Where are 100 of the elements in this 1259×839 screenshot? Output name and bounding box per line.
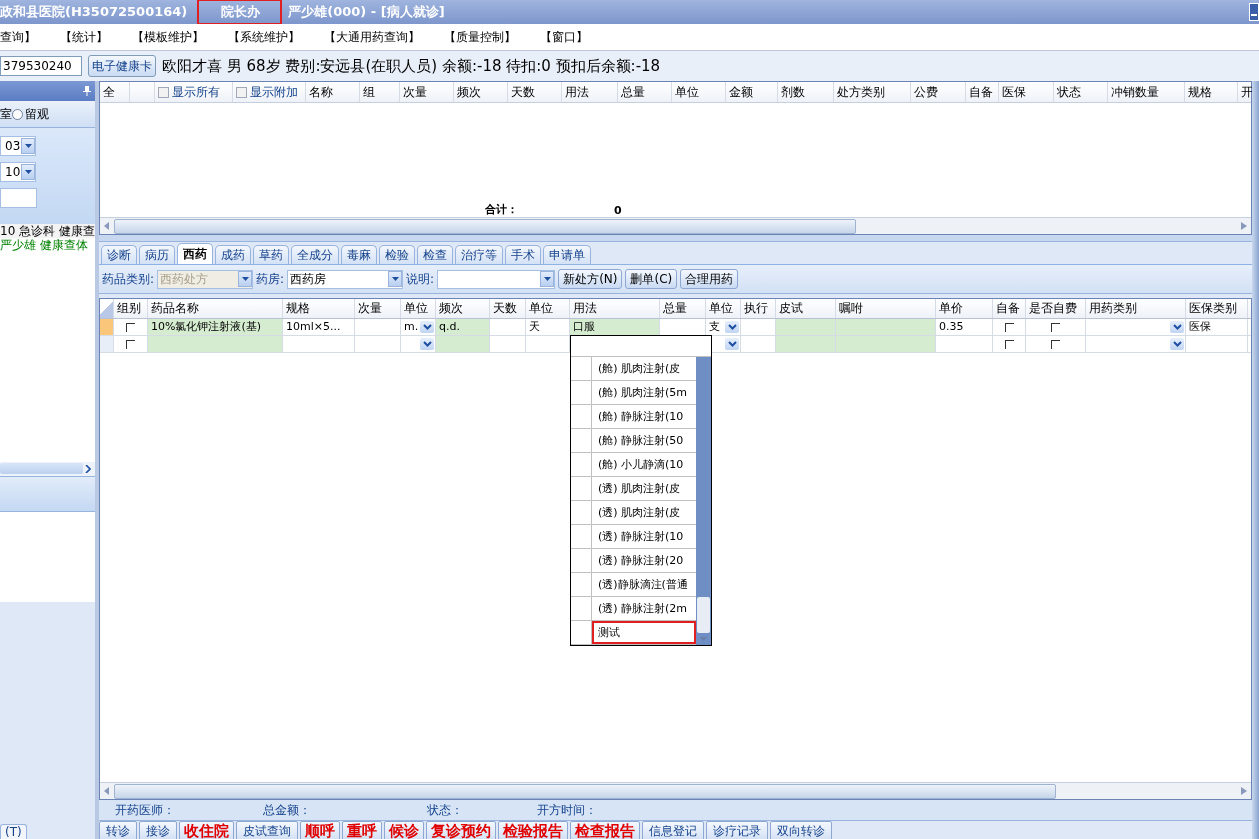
tab[interactable]: 全成分 (291, 245, 339, 264)
vertical-scrollbar[interactable] (696, 357, 711, 645)
action-button[interactable]: 转诊 (99, 821, 137, 839)
status-label: 状态： (427, 801, 464, 819)
chevron-down-icon (727, 324, 737, 330)
panel-tab[interactable]: (T) (0, 824, 27, 839)
tab[interactable]: 毒麻 (341, 245, 377, 264)
tab[interactable]: 诊断 (101, 245, 137, 264)
column-header: 次量 (355, 299, 401, 318)
table-dropdown[interactable]: 支 (706, 319, 741, 335)
column-header: 金额 (726, 82, 778, 102)
table-cell: 医保 (1186, 319, 1248, 335)
tab[interactable]: 草药 (253, 245, 289, 264)
menu-item[interactable]: 【窗口】 (540, 28, 588, 46)
tab[interactable]: 申请单 (543, 245, 591, 264)
dropdown-option[interactable]: (透) 静脉注射(10 (592, 525, 696, 548)
horizontal-scrollbar[interactable] (100, 782, 1251, 799)
dropdown-option[interactable]: (舱) 静脉注射(10 (592, 405, 696, 428)
column-header: 自备 (966, 82, 999, 102)
dropdown-option[interactable]: (透) 肌肉注射(皮 (592, 477, 696, 500)
input-field[interactable] (0, 188, 37, 208)
card-number-field[interactable]: 379530240 (0, 56, 82, 76)
action-button[interactable]: 收住院 (179, 821, 234, 839)
column-header: 剂数 (778, 82, 834, 102)
action-button[interactable]: 检验报告 (498, 821, 568, 839)
horizontal-scrollbar[interactable] (100, 217, 1251, 234)
note-dropdown[interactable] (437, 269, 556, 289)
dropdown-option[interactable]: 测试 (592, 621, 696, 644)
dropdown-option[interactable]: (透) 静脉注射(20 (592, 549, 696, 572)
menu-item[interactable]: 【大通用药查询】 (324, 28, 420, 46)
row-indicator[interactable] (100, 319, 114, 335)
toolbar-button[interactable]: 新处方(N) (558, 269, 623, 289)
action-button[interactable]: 检查报告 (570, 821, 640, 839)
dropdown-option[interactable]: (舱) 肌肉注射(皮 (592, 357, 696, 380)
dropdown-option[interactable]: (透) 静脉注射(2m (592, 597, 696, 620)
tab[interactable]: 病历 (139, 245, 175, 264)
dropdown-arrow-icon (391, 277, 399, 281)
show-toggle[interactable]: 显示附加 (233, 82, 306, 102)
horizontal-scrollbar[interactable] (0, 461, 95, 476)
menu-item[interactable]: 【模板维护】 (132, 28, 204, 46)
action-button[interactable]: 重呼 (342, 821, 382, 839)
dropdown-option[interactable]: (透) 肌肉注射(皮 (592, 501, 696, 524)
column-header: 药品名称 (148, 299, 283, 318)
column-header: 公费 (911, 82, 966, 102)
show-toggle[interactable]: 显示所有 (155, 82, 233, 102)
action-button[interactable]: 复诊预约 (426, 821, 496, 839)
action-button[interactable]: 诊疗记录 (706, 821, 768, 839)
row-indicator[interactable] (100, 336, 114, 352)
scrollbar-thumb[interactable] (697, 597, 710, 633)
radio-label: 室 (0, 105, 12, 123)
column-header: 执行 (741, 299, 776, 318)
column-header: 总量 (618, 82, 672, 102)
toolbar-button[interactable]: 合理用药 (680, 269, 739, 289)
menu-item[interactable]: 查询】 (0, 28, 36, 46)
action-button[interactable]: 接诊 (139, 821, 177, 839)
column-header: 天数 (508, 82, 562, 102)
patient-list-item[interactable]: 10 急诊科 健康查 (0, 224, 95, 238)
menu-item[interactable]: 【系统维护】 (228, 28, 300, 46)
tab[interactable]: 治疗等 (455, 245, 503, 264)
scroll-right-icon[interactable] (85, 464, 91, 473)
tab[interactable]: 检查 (417, 245, 453, 264)
column-header: 单位 (706, 299, 741, 318)
table-dropdown[interactable]: m. (401, 319, 436, 335)
dropdown-option[interactable]: (舱) 静脉注射(50 (592, 429, 696, 452)
status-label: 开方时间： (537, 801, 597, 819)
menu-item[interactable]: 【质量控制】 (444, 28, 516, 46)
chevron-down-icon (1172, 341, 1182, 347)
action-button[interactable]: 候诊 (384, 821, 424, 839)
radio-button[interactable]: 留观 (12, 105, 49, 123)
tab[interactable]: 西药 (177, 243, 213, 264)
column-header: 自备 (993, 299, 1026, 318)
dropdown-arrow-icon (241, 277, 249, 281)
tab[interactable]: 手术 (505, 245, 541, 264)
action-button[interactable]: 顺呼 (300, 821, 340, 839)
number-dropdown[interactable]: 10 (0, 162, 36, 182)
patient-list-item[interactable]: 严少雄 健康查体 (0, 238, 95, 252)
toolbar-button[interactable]: 删单(C) (625, 269, 678, 289)
tab[interactable]: 成药 (215, 245, 251, 264)
column-header: 处方类别 (834, 82, 911, 102)
scroll-left-icon[interactable] (104, 787, 110, 795)
splitter-handle[interactable] (99, 235, 1252, 242)
tab[interactable]: 检验 (379, 245, 415, 264)
menu-item[interactable]: 【统计】 (60, 28, 108, 46)
health-card-button[interactable]: 电子健康卡 (88, 55, 156, 77)
action-button[interactable]: 皮试查询 (236, 821, 298, 839)
select-all-corner[interactable] (100, 299, 114, 318)
dropdown-option[interactable]: (舱) 小儿静滴(10 (592, 453, 696, 476)
column-header: 用法 (562, 82, 618, 102)
action-button[interactable]: 信息登记 (642, 821, 704, 839)
minimize-button[interactable] (1249, 3, 1259, 21)
total-value: 0 (614, 204, 622, 217)
dropdown-option[interactable]: (透)静脉滴注(普通 (592, 573, 696, 596)
column-header: 组 (360, 82, 400, 102)
dropdown-option[interactable]: (舱) 肌肉注射(5m (592, 381, 696, 404)
chevron-down-icon (1172, 324, 1182, 330)
scroll-left-icon[interactable] (104, 222, 110, 230)
number-dropdown[interactable]: 03 (0, 136, 36, 156)
pharmacy-dropdown[interactable]: 西药房 (287, 269, 404, 289)
action-button[interactable]: 双向转诊 (770, 821, 832, 839)
pin-icon[interactable] (83, 86, 91, 96)
